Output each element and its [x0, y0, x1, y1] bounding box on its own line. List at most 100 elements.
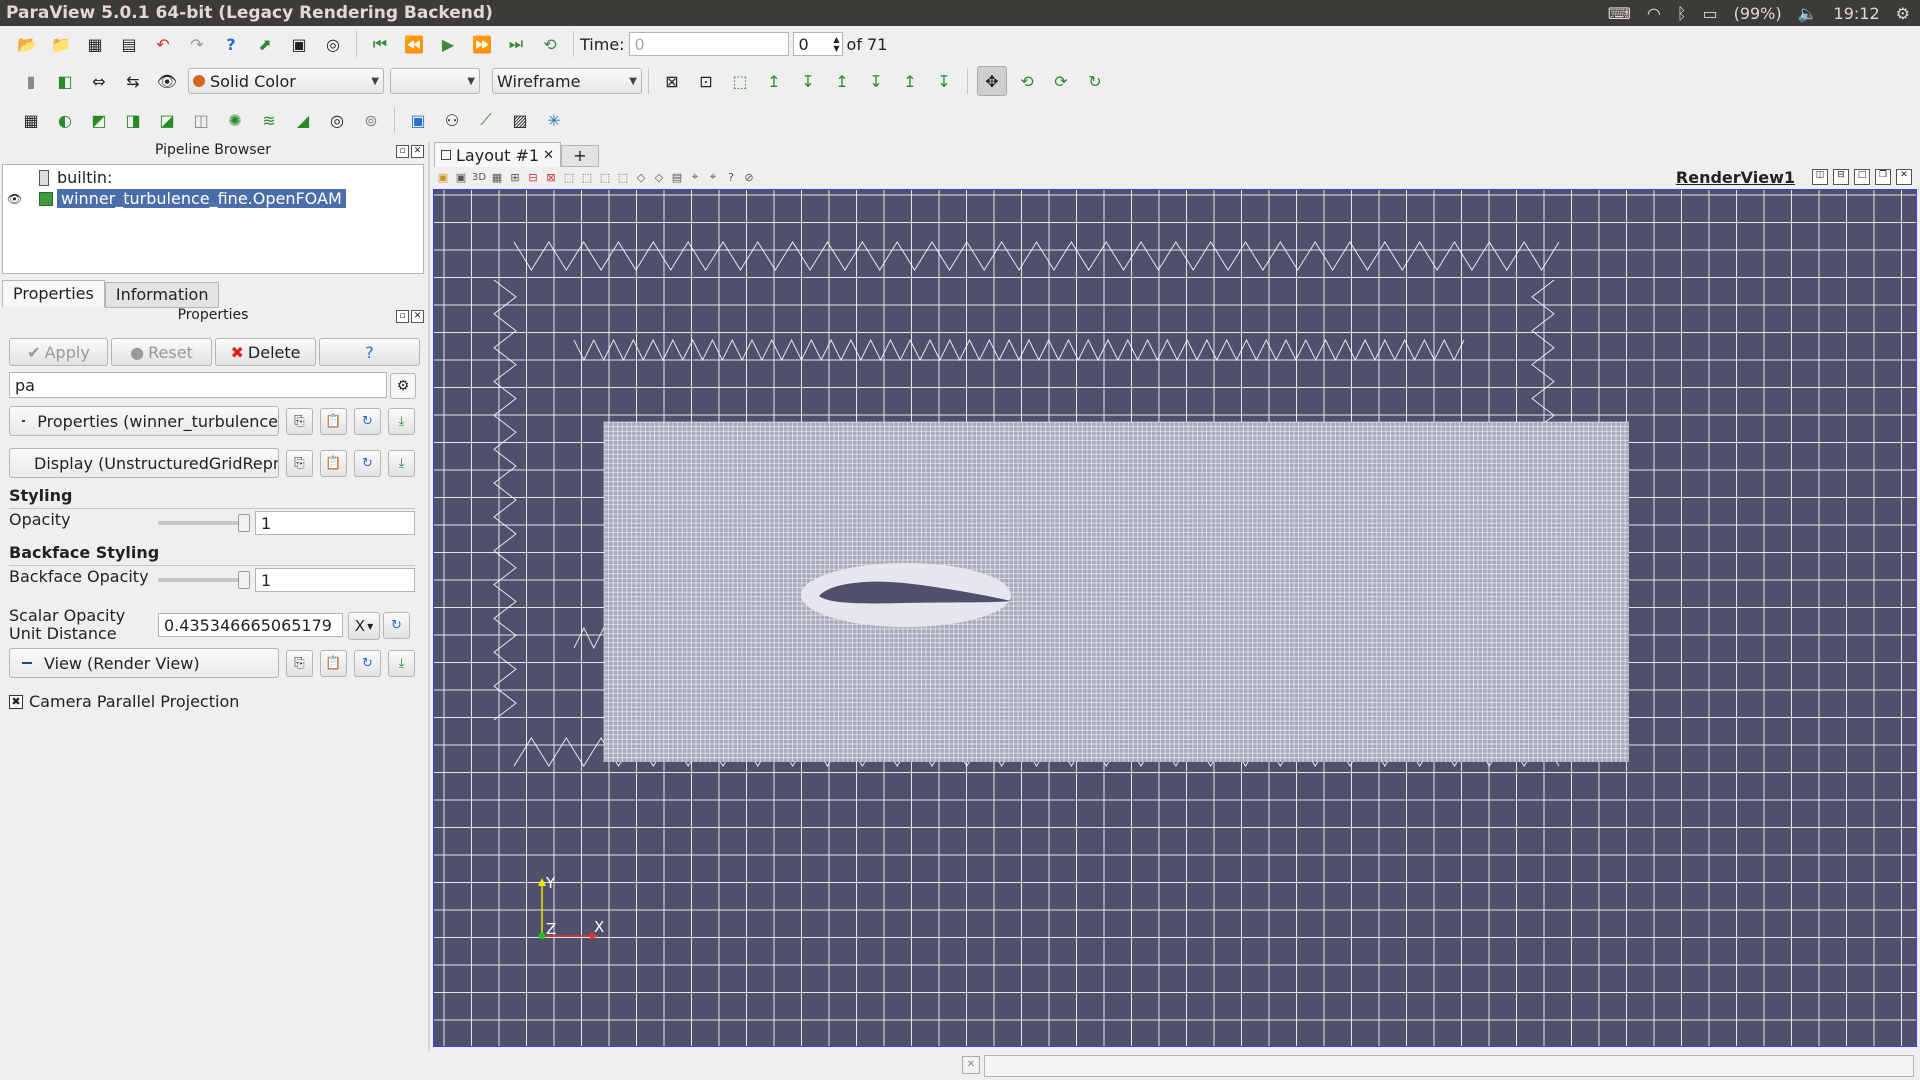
connect-icon[interactable]: ⬈ — [251, 30, 279, 58]
scalar-reset-icon[interactable]: ↻ — [383, 612, 410, 639]
next-frame-icon[interactable]: ⏩ — [468, 30, 496, 58]
search-input[interactable]: pa — [9, 372, 387, 398]
glyph-icon[interactable]: ✺ — [221, 106, 249, 134]
extract-level-icon[interactable]: ⊚ — [357, 106, 385, 134]
split-vertical-icon[interactable]: ⊟ — [1833, 169, 1849, 185]
clock[interactable]: 19:12 — [1834, 4, 1880, 23]
add-layout-tab[interactable]: + — [560, 145, 599, 167]
loop-icon[interactable]: ⟲ — [536, 30, 564, 58]
opacity-slider[interactable] — [158, 514, 250, 532]
set-view-plus-x-icon[interactable]: ↥ — [760, 67, 788, 95]
capture-screenshot-icon[interactable]: ▣ — [434, 168, 452, 186]
select-polygon-points-icon[interactable]: ◇ — [650, 168, 668, 186]
load-state-icon[interactable]: ▦ — [81, 30, 109, 58]
bluetooth-icon[interactable]: ᛒ — [1677, 4, 1687, 23]
toggle-color-legend-icon[interactable]: ▮ — [17, 67, 45, 95]
undo-icon[interactable]: ↶ — [149, 30, 177, 58]
advanced-gear-icon[interactable]: ⚙ — [390, 373, 416, 399]
layout-tab[interactable]: Layout #1 ✕ — [434, 142, 561, 167]
color-by-select[interactable]: Solid Color ▼ — [188, 68, 384, 94]
tab-properties[interactable]: Properties — [2, 280, 105, 307]
set-view-minus-x-icon[interactable]: ↧ — [794, 67, 822, 95]
stream-tracer-icon[interactable]: ≋ — [255, 106, 283, 134]
select-blocks-icon[interactable]: ▤ — [668, 168, 686, 186]
macro-icon[interactable]: ◎ — [319, 30, 347, 58]
scalar-axis-select[interactable]: X ▼ — [348, 612, 380, 640]
hover-points-icon[interactable]: ⌖ — [704, 168, 722, 186]
close-icon[interactable]: ✕ — [411, 310, 424, 323]
view-section-header[interactable]: View (Render View) — [9, 648, 279, 678]
restore-defaults-icon[interactable]: ↻ — [354, 407, 381, 435]
calculator-icon[interactable]: ▦ — [17, 106, 45, 134]
show-center-icon[interactable]: ⊞ — [506, 168, 524, 186]
rescale-visible-icon[interactable]: 👁 — [153, 67, 181, 95]
rescale-range-icon[interactable]: ⇔ — [85, 67, 113, 95]
select-polygon-cells-icon[interactable]: ◇ — [632, 168, 650, 186]
capture-copy-icon[interactable]: ▣ — [452, 168, 470, 186]
camera-undo-icon[interactable]: ▦ — [488, 168, 506, 186]
wifi-icon[interactable]: ◠ — [1647, 4, 1661, 23]
timestep-spinbox[interactable]: 0 ▲ ▼ — [792, 32, 843, 56]
slider-handle[interactable] — [238, 571, 250, 589]
slice-icon[interactable]: ◨ — [119, 106, 147, 134]
keyboard-icon[interactable]: ⌨ — [1608, 4, 1631, 23]
warp-vector-icon[interactable]: ◢ — [289, 106, 317, 134]
plot-over-time-icon[interactable]: ▨ — [506, 106, 534, 134]
set-view-plus-y-icon[interactable]: ↥ — [828, 67, 856, 95]
undock-icon[interactable]: ▫ — [396, 310, 409, 323]
save-defaults-icon[interactable]: ⤓ — [388, 449, 415, 477]
restore-defaults-icon[interactable]: ↻ — [354, 449, 381, 477]
interaction-mode-icon[interactable]: ✥ — [977, 66, 1007, 96]
backface-opacity-field[interactable]: 1 — [255, 568, 415, 592]
edit-color-map-icon[interactable]: ◧ — [51, 67, 79, 95]
eye-visibility-icon[interactable]: 👁 — [7, 192, 27, 206]
group-datasets-icon[interactable]: ◎ — [323, 106, 351, 134]
set-view-minus-y-icon[interactable]: ↧ — [862, 67, 890, 95]
open-file-icon[interactable]: 📂 — [13, 30, 41, 58]
plot-over-line-icon[interactable]: ⟋ — [472, 106, 500, 134]
rotate-90-ccw-icon[interactable]: ⟲ — [1013, 67, 1041, 95]
pipeline-item-builtin[interactable]: builtin: — [39, 168, 112, 187]
render-view[interactable]: Y Z X — [433, 189, 1917, 1047]
first-frame-icon[interactable]: ⏮ — [366, 30, 394, 58]
help-button[interactable]: ? — [319, 338, 420, 366]
toggle-3d-icon[interactable]: 3D — [470, 168, 488, 186]
pipeline-item-openfoam[interactable]: 👁 winner_turbulence_fine.OpenFOAM — [7, 189, 346, 208]
paste-icon[interactable]: 📋 — [320, 407, 347, 435]
hover-cells-icon[interactable]: ? — [722, 168, 740, 186]
threshold-icon[interactable]: ◪ — [153, 106, 181, 134]
rescale-custom-icon[interactable]: ⇆ — [119, 67, 147, 95]
select-points-on-icon[interactable]: ⬚ — [578, 168, 596, 186]
spin-arrows-icon[interactable]: ▲ ▼ — [833, 35, 839, 53]
last-frame-icon[interactable]: ⏭ — [502, 30, 530, 58]
settings-gear-icon[interactable]: ⚙ — [1896, 4, 1910, 23]
camera-parallel-checkbox-row[interactable]: ✖ Camera Parallel Projection — [9, 692, 239, 711]
redo-icon[interactable]: ↷ — [183, 30, 211, 58]
save-defaults-icon[interactable]: ⤓ — [388, 649, 415, 677]
delete-button[interactable]: ✖ Delete — [215, 338, 316, 366]
cancel-progress-icon[interactable]: ✕ — [962, 1056, 980, 1074]
backface-opacity-slider[interactable] — [158, 571, 250, 589]
render-canvas[interactable]: Y Z X — [434, 190, 1916, 1046]
paste-icon[interactable]: 📋 — [320, 649, 347, 677]
maximize-view-icon[interactable]: □ — [1854, 169, 1870, 185]
opacity-field[interactable]: 1 — [255, 511, 415, 535]
properties-section-header[interactable]: Properties (winner_turbulence — [9, 406, 279, 436]
extract-selection-icon[interactable]: ▣ — [404, 106, 432, 134]
component-select[interactable]: ▼ — [390, 68, 480, 94]
save-state-icon[interactable]: ▤ — [115, 30, 143, 58]
time-value-field[interactable]: 0 — [628, 32, 789, 56]
representation-select[interactable]: Wireframe ▼ — [492, 68, 642, 94]
zoom-to-box-icon[interactable]: ⬚ — [726, 67, 754, 95]
copy-icon[interactable]: ⎘ — [286, 449, 313, 477]
tab-information[interactable]: Information — [104, 282, 220, 308]
rotate-icon[interactable]: ↻ — [1081, 67, 1109, 95]
restore-defaults-icon[interactable]: ↻ — [354, 649, 381, 677]
battery-icon[interactable]: ▭ — [1702, 4, 1717, 23]
set-view-minus-z-icon[interactable]: ↧ — [930, 67, 958, 95]
checkbox-checked-icon[interactable]: ✖ — [9, 694, 23, 709]
close-tab-icon[interactable]: ✕ — [543, 148, 554, 163]
select-cells-on-icon[interactable]: ⬚ — [560, 168, 578, 186]
clear-selection-icon[interactable]: ⊘ — [740, 168, 758, 186]
plot-selection-icon[interactable]: ⚇ — [438, 106, 466, 134]
